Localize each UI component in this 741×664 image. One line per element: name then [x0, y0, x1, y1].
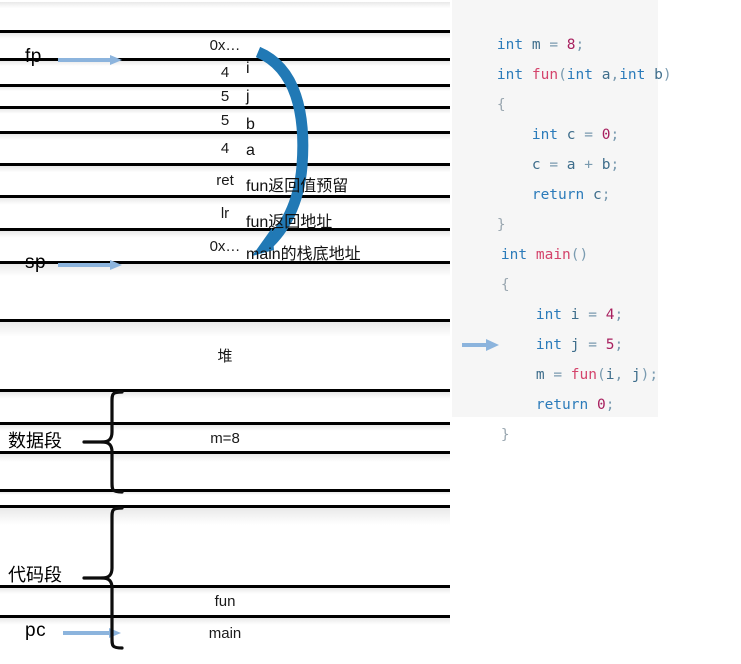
stack-row: lr	[0, 198, 450, 231]
stack-row-label: 堆	[217, 348, 233, 365]
code-line: }	[496, 217, 506, 233]
stack-row	[0, 454, 450, 492]
stack-row-label: 0x…	[209, 37, 241, 54]
stack-row	[0, 492, 450, 508]
code-line: {	[496, 97, 506, 113]
code-line: return c;	[531, 187, 611, 203]
current-line-arrow-icon	[462, 339, 499, 351]
annotation-a: a	[246, 142, 255, 159]
stack-row	[0, 264, 450, 322]
code-line: }	[500, 427, 510, 443]
stack-row-label: 5	[220, 88, 230, 105]
annotation-b: b	[246, 116, 255, 133]
code-line: {	[500, 277, 510, 293]
stack-row-global-m: m=8	[0, 425, 450, 454]
annotation-main-stack-base-address: main的栈底地址	[246, 246, 361, 263]
stack-row-label: main	[208, 624, 242, 642]
stack-row: 5	[0, 87, 450, 109]
annotation-i: i	[246, 60, 250, 77]
stack-row-label: 4	[220, 140, 230, 157]
pointer-label-pc: pc	[25, 620, 47, 641]
stack-diagram: 0x… 4 5 5 4 ret lr 0x… 堆 m=8 fun main fp…	[0, 0, 450, 664]
data-segment-brace-icon	[82, 390, 124, 494]
code-line: int m = 8;	[496, 37, 585, 53]
code-line: int fun(int a,int b)	[496, 67, 672, 83]
annotation-fun-return-value-slot: fun返回值预留	[246, 178, 349, 195]
code-line: int i = 4;	[535, 307, 624, 323]
code-line: int c = 0;	[531, 127, 620, 143]
code-line: int main()	[500, 247, 589, 263]
code-segment-brace-icon	[82, 506, 124, 650]
stack-row-fun: fun	[0, 588, 450, 618]
stack-row-label: 4	[220, 64, 230, 81]
sp-arrow-icon	[58, 260, 122, 270]
stack-row-label: lr	[220, 204, 230, 222]
code-line: c = a + b;	[496, 157, 620, 173]
stack-row: 5	[0, 109, 450, 134]
annotation-j: j	[246, 88, 250, 105]
stack-row-heap: 堆	[0, 322, 450, 392]
stack-row-label: 0x…	[209, 237, 241, 255]
stack-row	[0, 392, 450, 425]
stack-row-label: fun	[214, 593, 236, 610]
stack-row	[0, 508, 450, 588]
segment-label-data: 数据段	[8, 431, 62, 451]
stack-row: ret	[0, 166, 450, 198]
annotation-fun-return-address: fun返回地址	[246, 214, 333, 231]
code-panel: int m = 8; int fun(int a,int b) { int c …	[452, 0, 672, 443]
code-line: return 0;	[535, 397, 615, 413]
pointer-label-fp: fp	[25, 46, 42, 67]
stack-row-label: m=8	[210, 429, 240, 447]
code-line: int j = 5;	[535, 337, 624, 353]
stack-row-label: ret	[216, 172, 234, 189]
stack-row	[0, 2, 450, 33]
pointer-label-sp: sp	[25, 252, 47, 273]
stack-row: 4	[0, 134, 450, 166]
segment-label-code: 代码段	[8, 565, 62, 585]
stack-row-label: 5	[220, 111, 230, 129]
fp-arrow-icon	[58, 55, 122, 65]
